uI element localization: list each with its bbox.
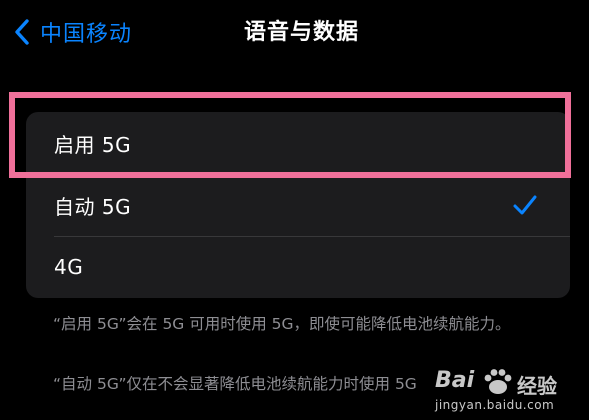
baidu-paw-icon <box>483 368 513 400</box>
option-label: 启用 5G <box>54 132 132 157</box>
watermark-url: jingyan.baidu.com <box>435 398 555 412</box>
option-label: 4G <box>54 255 84 279</box>
footnote-enable-5g: “启用 5G”会在 5G 可用时使用 5G，即使可能降低电池续航能力。 <box>53 315 511 333</box>
option-label: 自动 5G <box>54 194 132 219</box>
checkmark-icon <box>512 194 538 220</box>
watermark: Bai 经验 jingyan.baidu.com <box>435 366 575 416</box>
page-title: 语音与数据 <box>243 20 359 45</box>
divider <box>54 236 570 237</box>
network-options-group: 启用 5G 自动 5G 4G <box>26 112 570 298</box>
option-enable-5g[interactable]: 启用 5G <box>26 112 570 174</box>
watermark-brand: Bai <box>435 368 475 393</box>
divider <box>54 175 570 176</box>
option-4g[interactable]: 4G <box>26 236 570 298</box>
option-auto-5g[interactable]: 自动 5G <box>26 174 570 236</box>
watermark-jingyan: 经验 <box>517 374 557 398</box>
